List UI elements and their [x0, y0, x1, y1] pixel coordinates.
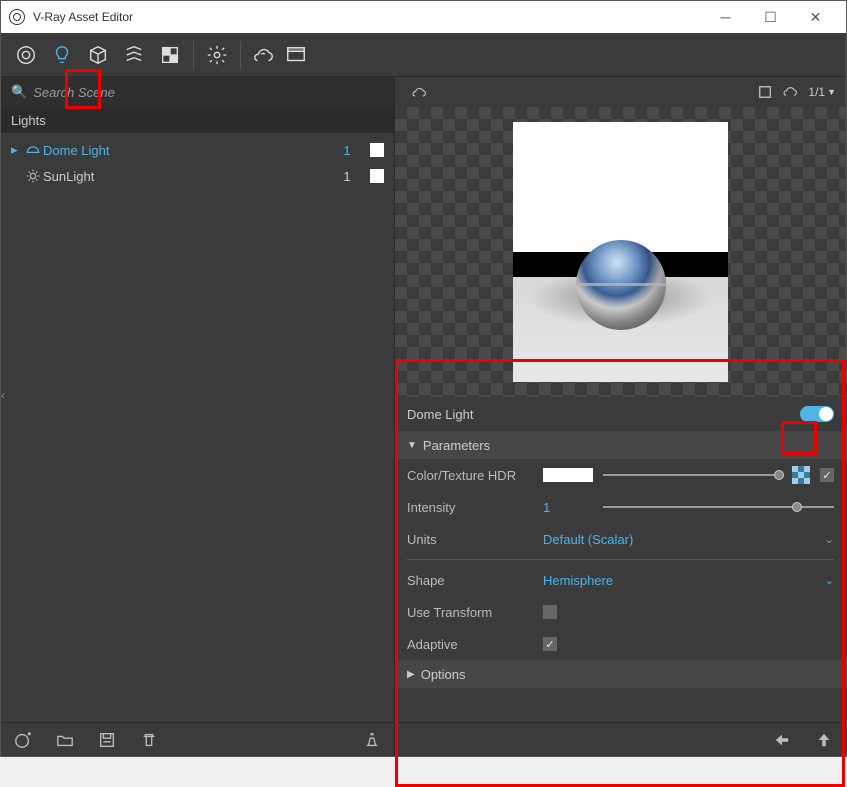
expand-arrow-icon: ▶	[407, 669, 415, 680]
intensity-slider[interactable]	[603, 506, 834, 508]
app-logo-icon	[9, 9, 25, 25]
color-texture-row: Color/Texture HDR	[395, 459, 846, 491]
close-button[interactable]: ✕	[793, 1, 838, 33]
delete-button[interactable]	[139, 730, 159, 750]
sun-light-icon	[23, 168, 43, 184]
textures-tab-icon[interactable]	[155, 40, 185, 70]
preview-viewport[interactable]	[395, 107, 846, 397]
use-transform-checkbox[interactable]	[543, 605, 557, 619]
save-button[interactable]	[97, 730, 117, 750]
units-dropdown[interactable]: Default (Scalar) ⌄	[543, 532, 834, 547]
purge-button[interactable]	[362, 730, 382, 750]
open-folder-button[interactable]	[55, 730, 75, 750]
texture-picker-icon[interactable]	[792, 466, 810, 484]
right-bottom-toolbar	[395, 722, 846, 756]
divider	[407, 559, 834, 560]
left-bottom-toolbar	[1, 722, 394, 756]
texture-enable-checkbox[interactable]	[820, 468, 834, 482]
main-toolbar	[1, 33, 846, 77]
param-label: Shape	[407, 573, 533, 588]
use-transform-row: Use Transform	[395, 596, 846, 628]
preview-teapot-icon[interactable]	[780, 81, 802, 103]
render-elements-tab-icon[interactable]	[119, 40, 149, 70]
dropdown-value: Hemisphere	[543, 573, 613, 588]
asset-category-header: Lights	[1, 107, 394, 133]
section-label: Options	[421, 667, 466, 682]
properties-panel: Dome Light ▼ Parameters Color/Texture HD…	[395, 397, 846, 722]
enable-toggle[interactable]	[800, 406, 834, 422]
preview-counter: 1/1	[808, 85, 825, 99]
options-section-header[interactable]: ▶ Options	[395, 660, 846, 688]
settings-tab-icon[interactable]	[202, 40, 232, 70]
tree-item-label: SunLight	[43, 169, 332, 184]
chevron-down-icon[interactable]: ▼	[827, 87, 836, 97]
adaptive-checkbox[interactable]	[543, 637, 557, 651]
color-slider[interactable]	[603, 474, 782, 476]
expand-caret-icon[interactable]: ▸	[11, 142, 23, 158]
lights-tab-icon[interactable]	[47, 40, 77, 70]
preview-image	[513, 122, 728, 382]
geometry-tab-icon[interactable]	[83, 40, 113, 70]
content-area: ‹	[1, 33, 846, 756]
shape-row: Shape Hemisphere ⌄	[395, 564, 846, 596]
intensity-row: Intensity 1	[395, 491, 846, 523]
param-label: Intensity	[407, 500, 533, 515]
tree-item-count: 1	[332, 143, 362, 158]
collapse-arrow-icon: ▼	[407, 440, 417, 451]
search-icon: 🔍	[11, 84, 27, 100]
maximize-button[interactable]: ☐	[748, 1, 793, 33]
up-arrow-button[interactable]	[814, 730, 834, 750]
tree-item-dome-light[interactable]: ▸ Dome Light 1	[1, 137, 394, 163]
section-label: Parameters	[423, 438, 490, 453]
parameters-section-header[interactable]: ▼ Parameters	[395, 431, 846, 459]
properties-title: Dome Light	[407, 407, 473, 422]
chevron-down-icon: ⌄	[825, 574, 834, 587]
asset-list-panel: 🔍 Search Scene Lights ▸ Dome Light 1	[1, 77, 395, 756]
param-label: Color/Texture HDR	[407, 468, 533, 483]
intensity-input[interactable]: 1	[543, 500, 593, 515]
add-asset-button[interactable]	[13, 730, 33, 750]
search-input[interactable]: 🔍 Search Scene	[1, 77, 394, 107]
titlebar: V-Ray Asset Editor ─ ☐ ✕	[1, 1, 846, 33]
preview-layout-icon[interactable]	[754, 81, 776, 103]
right-panel: 1/1 ▼ Dome Light	[395, 77, 846, 756]
tree-item-count: 1	[332, 169, 362, 184]
back-arrow-button[interactable]	[772, 730, 792, 750]
render-preview-icon[interactable]	[409, 81, 431, 103]
color-swatch[interactable]	[543, 468, 593, 482]
dropdown-value: Default (Scalar)	[543, 532, 633, 547]
minimize-button[interactable]: ─	[703, 1, 748, 33]
asset-tree: ▸ Dome Light 1 SunLight	[1, 133, 394, 722]
frame-buffer-icon[interactable]	[281, 40, 311, 70]
chevron-down-icon: ⌄	[825, 533, 834, 546]
tree-item-swatch[interactable]	[370, 169, 384, 183]
properties-title-row: Dome Light	[395, 397, 846, 431]
param-label: Use Transform	[407, 605, 533, 620]
tree-item-sun-light[interactable]: SunLight 1	[1, 163, 394, 189]
render-button-icon[interactable]	[249, 40, 279, 70]
app-window: V-Ray Asset Editor ─ ☐ ✕ ‹	[0, 0, 847, 757]
window-title: V-Ray Asset Editor	[33, 10, 133, 24]
preview-toolbar: 1/1 ▼	[395, 77, 846, 107]
tree-item-swatch[interactable]	[370, 143, 384, 157]
adaptive-row: Adaptive	[395, 628, 846, 660]
materials-tab-icon[interactable]	[11, 40, 41, 70]
shape-dropdown[interactable]: Hemisphere ⌄	[543, 573, 834, 588]
param-label: Adaptive	[407, 637, 533, 652]
expand-left-handle[interactable]: ‹	[1, 375, 11, 415]
param-label: Units	[407, 532, 533, 547]
dome-light-icon	[23, 142, 43, 158]
search-placeholder: Search Scene	[33, 85, 115, 100]
tree-item-label: Dome Light	[43, 143, 332, 158]
units-row: Units Default (Scalar) ⌄	[395, 523, 846, 555]
